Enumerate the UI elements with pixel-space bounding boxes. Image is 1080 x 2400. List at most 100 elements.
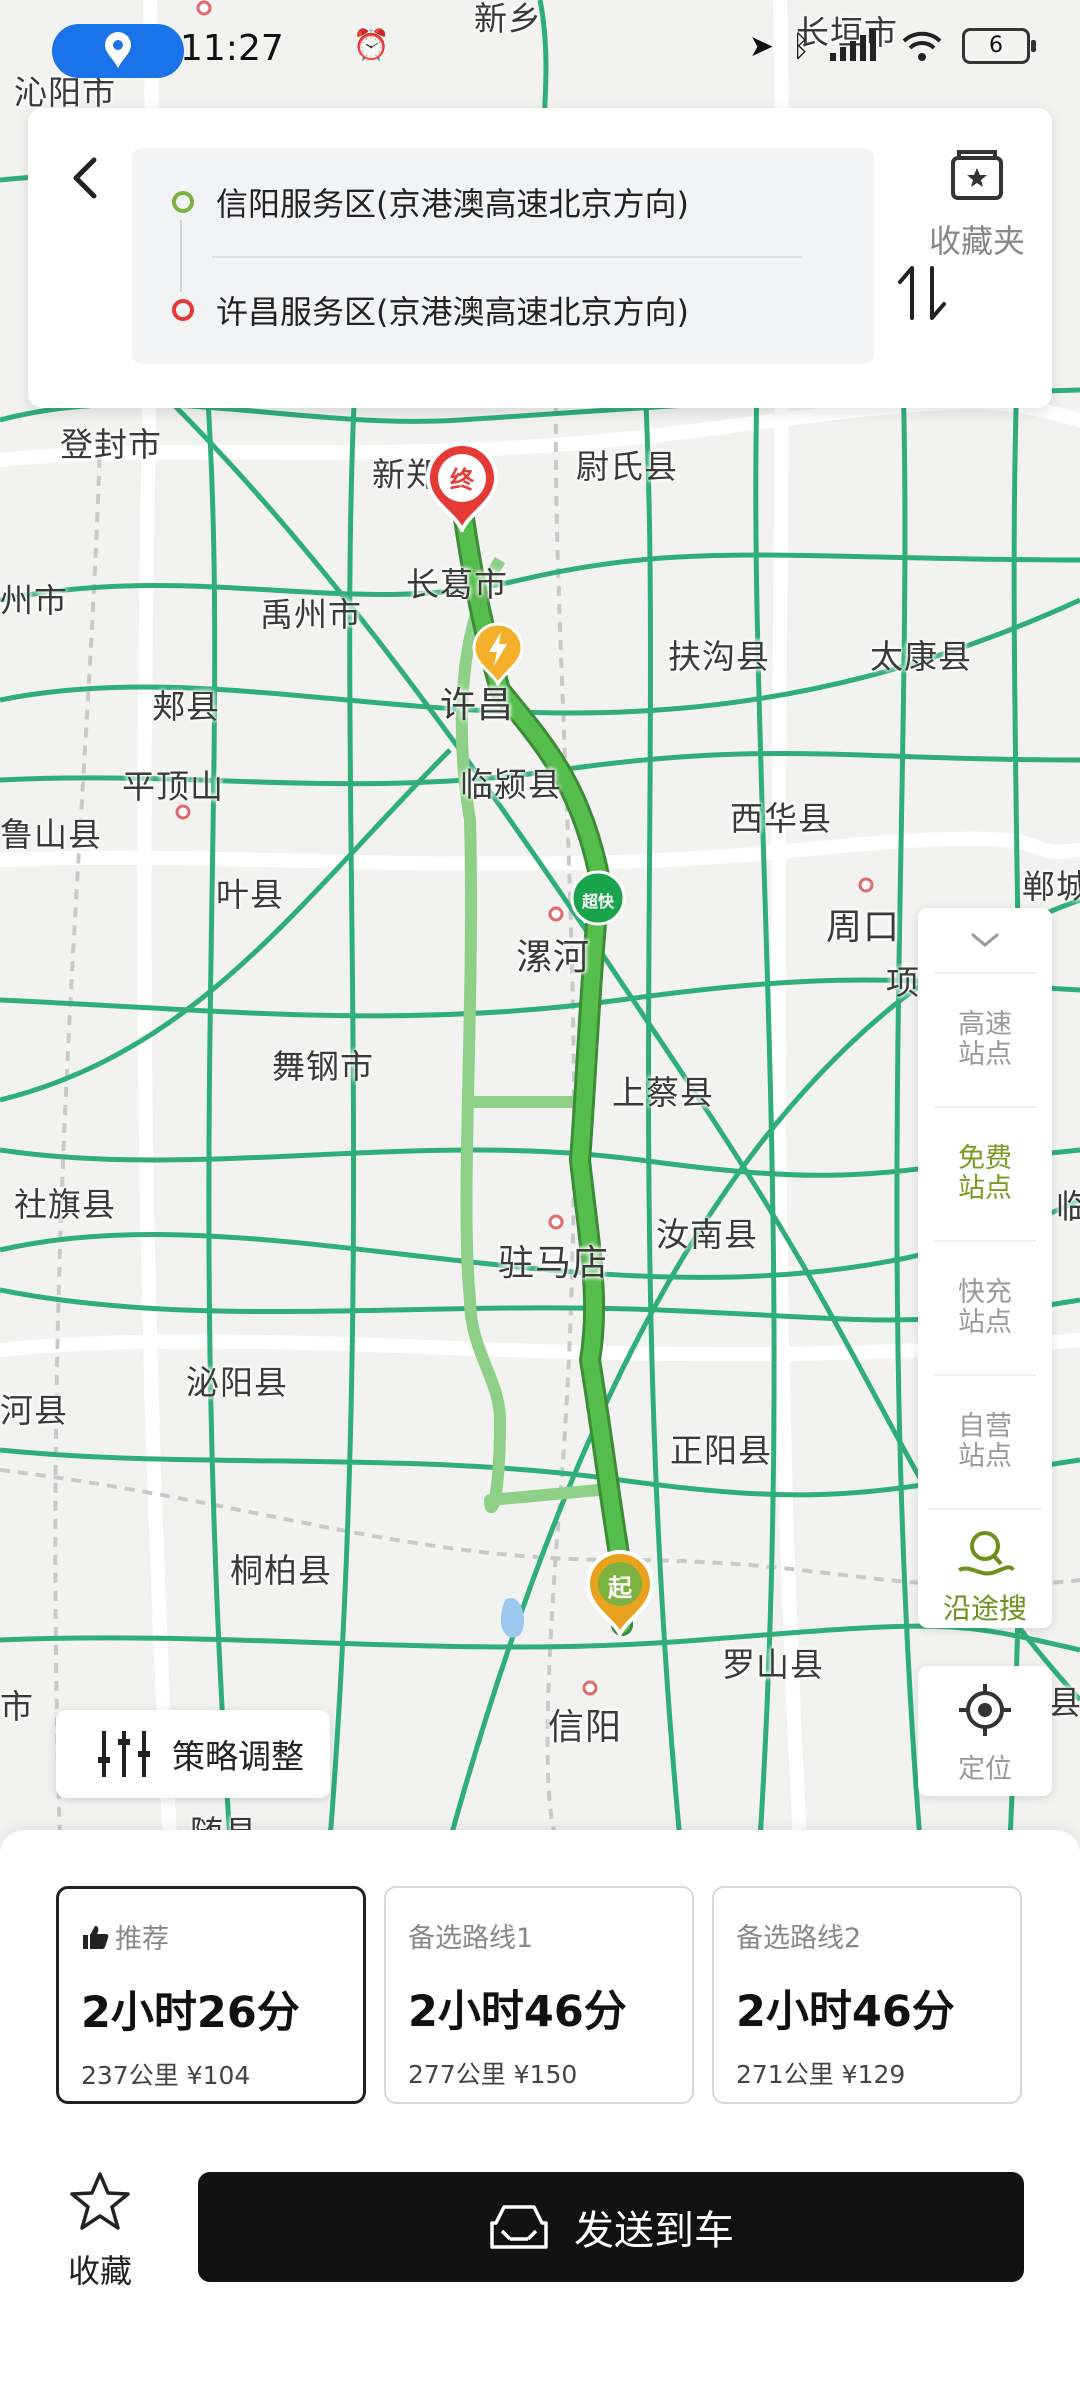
send-to-car-button[interactable]: 发送到车 (198, 2172, 1024, 2282)
end-location-field[interactable]: 许昌服务区(京港澳高速北京方向) (172, 256, 872, 364)
wifi-icon (902, 31, 942, 61)
filter-label: 高速站点 (958, 1009, 1012, 1070)
favorite-button[interactable]: 收藏 (60, 2170, 140, 2292)
status-bar: 11:27 ⏰ ➤ ᛒ 6 (0, 0, 1080, 104)
end-marker[interactable]: 终 (424, 442, 500, 532)
start-marker[interactable]: 起 (584, 1550, 656, 1636)
place-label: 河县 (0, 1391, 68, 1430)
start-dot-icon (172, 191, 194, 213)
charging-station-marker[interactable] (470, 622, 526, 686)
option-tag: 备选路线1 (408, 1923, 534, 1954)
place-label: 上蔡县 (612, 1073, 714, 1112)
option-tag: 推荐 (81, 1917, 341, 1956)
place-label: 鲁山县 (0, 815, 102, 854)
option-duration: 2小时46分 (736, 1987, 955, 2037)
place-label: 州市 (0, 581, 68, 620)
supercharger-label: 超快 (581, 892, 614, 911)
navigation-arrow-icon: ➤ (748, 28, 774, 64)
alarm-icon: ⏰ (352, 28, 390, 63)
option-distance-toll: 277公里 ¥150 (408, 2060, 578, 2089)
place-label: 临颍县 (460, 765, 562, 804)
search-along-icon (958, 1531, 1015, 1576)
supercharger-marker[interactable]: 超快 (570, 870, 626, 926)
car-icon (490, 2205, 548, 2249)
place-label: 项 (886, 963, 920, 1002)
start-location-text: 信阳服务区(京港澳高速北京方向) (216, 185, 689, 223)
filter-free-stations[interactable]: 免费站点 (934, 1106, 1036, 1240)
strategy-adjust-button[interactable]: 策略调整 (56, 1710, 330, 1798)
end-dot-icon (172, 299, 194, 321)
folder-star-icon (951, 150, 1003, 200)
filter-fast-charge-stations[interactable]: 快充站点 (934, 1240, 1036, 1374)
start-location-field[interactable]: 信阳服务区(京港澳高速北京方向) (172, 148, 872, 256)
place-label: 县 (1048, 1683, 1080, 1722)
star-icon (70, 2172, 130, 2230)
bluetooth-icon: ᛒ (792, 28, 810, 64)
place-label: 罗山县 (722, 1645, 824, 1684)
place-label: 市 (0, 1687, 34, 1726)
route-options-sheet: 推荐 2小时26分 237公里 ¥104 备选路线1 2小时46分 277公里 … (0, 1830, 1080, 2400)
location-pill[interactable] (52, 24, 184, 78)
route-option-alt-1[interactable]: 备选路线1 2小时46分 277公里 ¥150 (384, 1886, 694, 2104)
option-distance-toll: 237公里 ¥104 (81, 2061, 251, 2090)
signal-icon (830, 29, 876, 61)
filter-label: 快充站点 (958, 1277, 1012, 1338)
place-label: 临 (1056, 1187, 1080, 1226)
collapse-button[interactable] (918, 908, 1052, 972)
search-along-label: 沿途搜 (942, 1592, 1027, 1625)
place-label: 郏县 (152, 687, 220, 726)
option-tag-label: 推荐 (115, 1924, 169, 1955)
locate-button[interactable]: 定位 (918, 1666, 1052, 1796)
option-tag: 备选路线2 (736, 1923, 862, 1954)
favorites-folder-button[interactable]: 收藏夹 (922, 148, 1032, 308)
option-duration: 2小时26分 (81, 1988, 300, 2038)
place-label: 长葛市 (406, 565, 508, 604)
place-label: 社旗县 (14, 1185, 116, 1224)
favorite-label: 收藏 (67, 2252, 132, 2290)
status-icons: ⏰ ➤ ᛒ 6 (353, 28, 1036, 64)
place-label: 泌阳县 (186, 1363, 288, 1402)
place-label: 舞钢市 (272, 1047, 374, 1086)
sliders-icon (98, 1731, 150, 1777)
filter-self-operated-stations[interactable]: 自营站点 (934, 1374, 1036, 1508)
place-label: 登封市 (60, 425, 162, 464)
end-location-text: 许昌服务区(京港澳高速北京方向) (216, 293, 689, 331)
place-label: 尉氏县 (576, 447, 678, 486)
end-marker-label: 终 (450, 466, 474, 494)
filter-highway-stations[interactable]: 高速站点 (934, 972, 1036, 1106)
route-inputs: 信阳服务区(京港澳高速北京方向) 许昌服务区(京港澳高速北京方向) (132, 148, 946, 364)
locate-label: 定位 (958, 1754, 1012, 1785)
place-label: 正阳县 (670, 1431, 772, 1470)
favorites-folder-label: 收藏夹 (928, 222, 1025, 260)
place-label: 桐柏县 (230, 1551, 332, 1590)
lightning-pin-icon (472, 622, 524, 686)
search-along-route-button[interactable]: 沿途搜 (928, 1508, 1042, 1630)
place-label: 平顶山 (122, 767, 224, 806)
place-label: 漯河 (516, 937, 591, 978)
battery-indicator: 6 (962, 28, 1036, 64)
strategy-label: 策略调整 (172, 1737, 304, 1776)
filter-label: 免费站点 (958, 1143, 1012, 1204)
crosshair-icon (959, 1684, 1011, 1736)
filter-label: 自营站点 (958, 1411, 1012, 1472)
poi-filter-panel: 高速站点 免费站点 快充站点 自营站点 沿途搜 (918, 908, 1052, 1628)
start-marker-label: 起 (608, 1574, 632, 1602)
location-pin-icon (105, 32, 131, 68)
chevron-left-icon (73, 157, 97, 199)
place-label: 叶县 (216, 875, 284, 914)
thumbs-up-icon (83, 1925, 109, 1949)
place-label: 信阳 (548, 1707, 623, 1748)
place-label: 西华县 (730, 799, 832, 838)
place-label: 禹州市 (260, 595, 362, 634)
send-to-car-label: 发送到车 (574, 2208, 734, 2254)
route-option-alt-2[interactable]: 备选路线2 2小时46分 271公里 ¥129 (712, 1886, 1022, 2104)
place-label: 郸城 (1022, 867, 1080, 906)
route-card: 信阳服务区(京港澳高速北京方向) 许昌服务区(京港澳高速北京方向) 收藏夹 (28, 108, 1052, 408)
route-option-recommended[interactable]: 推荐 2小时26分 237公里 ¥104 (56, 1886, 366, 2104)
option-duration: 2小时46分 (408, 1987, 627, 2037)
place-label: 太康县 (870, 637, 972, 676)
place-label: 周口 (826, 907, 901, 948)
place-label: 驻马店 (498, 1243, 610, 1284)
place-label: 汝南县 (656, 1215, 758, 1254)
option-distance-toll: 271公里 ¥129 (736, 2060, 906, 2089)
